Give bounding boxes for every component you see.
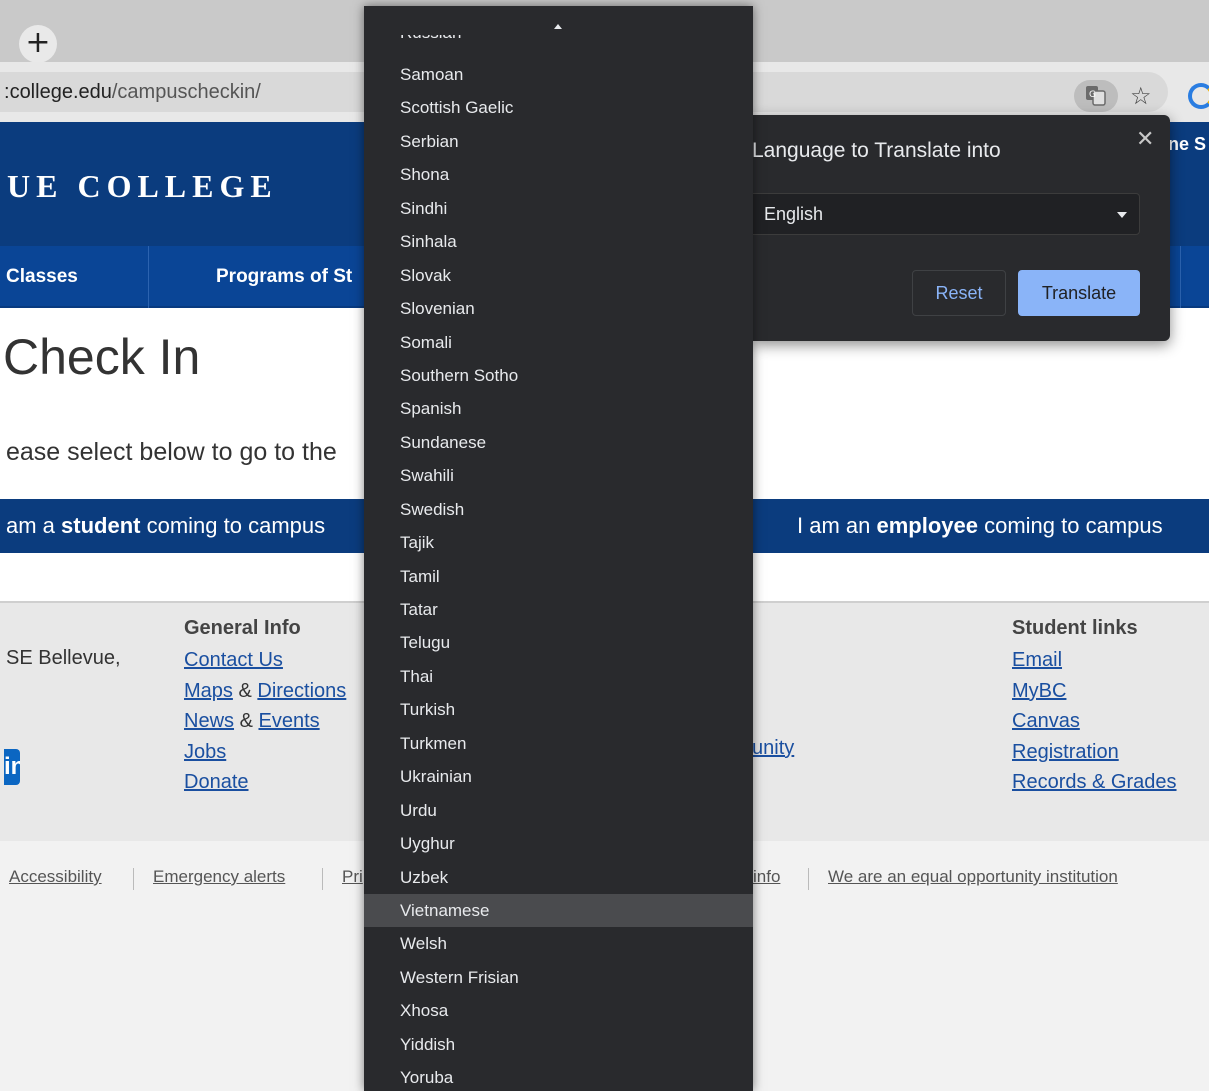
selected-language: English [764, 204, 824, 224]
language-options: Samoan Scottish Gaelic Serbian Shona Sindhi S… [364, 58, 753, 1091]
employee-cta-post: coming to campus [977, 513, 1163, 538]
language-option[interactable]: Spanish [364, 392, 753, 425]
translate-button[interactable]: Translate [1018, 270, 1140, 316]
language-option[interactable]: Uyghur [364, 827, 753, 860]
language-option[interactable]: Tamil [364, 560, 753, 593]
url-host: college.edu [9, 81, 112, 103]
privacy-link[interactable]: Pri [342, 867, 363, 887]
scroll-up-arrow-icon[interactable] [554, 24, 562, 29]
language-option[interactable]: Southern Sotho [364, 359, 753, 392]
language-option[interactable]: Swedish [364, 493, 753, 526]
url-text[interactable]: :college.edu/campuscheckin/ [4, 81, 261, 104]
instructions-text: ease select below to go to the [6, 438, 337, 466]
extension-icon[interactable] [1188, 83, 1209, 109]
header-utility-link[interactable]: ne S [1168, 134, 1206, 155]
email-link[interactable]: Email [1012, 649, 1062, 671]
language-option[interactable]: Welsh [364, 927, 753, 960]
records-grades-link[interactable]: Records & Grades [1012, 771, 1177, 793]
language-option[interactable]: Tatar [364, 593, 753, 626]
language-option[interactable]: Yiddish [364, 1028, 753, 1061]
student-cta-post: coming to campus [140, 513, 326, 538]
language-option[interactable]: Turkmen [364, 727, 753, 760]
divider [808, 868, 809, 890]
language-option[interactable]: Sindhi [364, 192, 753, 225]
language-option[interactable]: Xhosa [364, 994, 753, 1027]
target-language-select[interactable]: English [752, 193, 1140, 235]
url-path: /campuscheckin/ [111, 81, 261, 103]
reset-button[interactable]: Reset [912, 270, 1006, 316]
language-option[interactable]: Yoruba [364, 1061, 753, 1091]
events-link[interactable]: Events [258, 710, 319, 732]
divider [133, 868, 134, 890]
popup-title: Language to Translate into [752, 139, 1001, 162]
news-link[interactable]: News [184, 710, 234, 732]
language-option-label: Russian [400, 35, 461, 43]
opportunity-link[interactable]: unity [752, 737, 794, 760]
employee-cta-bold: employee [876, 513, 978, 538]
student-checkin-button[interactable]: am a student coming to campus [6, 513, 325, 539]
language-option[interactable]: Slovak [364, 259, 753, 292]
student-links-heading: Student links [1012, 617, 1138, 639]
college-logo-text[interactable]: UE COLLEGE [7, 168, 278, 205]
language-option[interactable]: Vietnamese [364, 893, 753, 928]
translate-icon[interactable]: G [1074, 80, 1118, 112]
svg-text:G: G [1089, 90, 1096, 100]
language-option[interactable]: Urdu [364, 794, 753, 827]
divider [322, 868, 323, 890]
language-option[interactable]: Sundanese [364, 426, 753, 459]
student-cta-pre: am a [6, 513, 62, 538]
language-option[interactable]: Samoan [364, 58, 753, 91]
new-tab-button[interactable]: + [19, 25, 57, 63]
language-option[interactable]: Western Frisian [364, 961, 753, 994]
language-option[interactable]: Scottish Gaelic [364, 91, 753, 124]
employee-cta-pre: I am an [797, 513, 877, 538]
donate-link[interactable]: Donate [184, 771, 249, 793]
maps-link[interactable]: Maps [184, 680, 233, 702]
jobs-link[interactable]: Jobs [184, 741, 226, 763]
emergency-alerts-link[interactable]: Emergency alerts [153, 867, 285, 887]
language-option[interactable]: Uzbek [364, 861, 753, 894]
language-option[interactable]: Thai [364, 660, 753, 693]
canvas-link[interactable]: Canvas [1012, 710, 1080, 732]
language-option[interactable]: Somali [364, 326, 753, 359]
general-info-heading: General Info [184, 617, 301, 639]
equal-opportunity-link[interactable]: We are an equal opportunity institution [828, 867, 1118, 887]
general-info-links: Contact Us Maps & Directions News & Even… [184, 645, 346, 798]
contact-us-link[interactable]: Contact Us [184, 649, 283, 671]
language-dropdown-list[interactable]: Russian SamoanScottish GaelicSerbianShon… [364, 6, 753, 1091]
nav-item-programs[interactable]: Programs of St [216, 266, 352, 288]
language-option[interactable]: Sinhala [364, 225, 753, 258]
mybc-link[interactable]: MyBC [1012, 680, 1066, 702]
student-links: Email MyBC Canvas Registration Records &… [1012, 645, 1177, 798]
ampersand: & [239, 710, 253, 733]
language-option[interactable]: Turkish [364, 693, 753, 726]
footer-address: SE Bellevue, [6, 647, 121, 669]
ampersand: & [238, 679, 252, 702]
info-link[interactable]: info [753, 867, 780, 887]
language-option[interactable]: Ukrainian [364, 760, 753, 793]
registration-link[interactable]: Registration [1012, 741, 1119, 763]
nav-item-classes[interactable]: Classes [6, 266, 78, 288]
close-icon[interactable]: ✕ [1136, 127, 1154, 152]
employee-checkin-button[interactable]: I am an employee coming to campus [797, 513, 1163, 539]
language-option[interactable]: Serbian [364, 125, 753, 158]
language-option[interactable]: Shona [364, 158, 753, 191]
directions-link[interactable]: Directions [257, 680, 346, 702]
language-option[interactable]: Slovenian [364, 292, 753, 325]
accessibility-link[interactable]: Accessibility [9, 867, 102, 887]
language-option-partial[interactable]: Russian [400, 35, 466, 45]
language-option[interactable]: Swahili [364, 459, 753, 492]
chevron-down-icon [1117, 212, 1127, 218]
language-option[interactable]: Telugu [364, 626, 753, 659]
nav-divider [148, 246, 149, 308]
student-cta-bold: student [61, 513, 141, 538]
nav-divider [1180, 246, 1181, 308]
translate-popup: Language to Translate into ✕ English Res… [752, 115, 1170, 341]
bookmark-star-icon[interactable]: ☆ [1130, 82, 1152, 110]
translate-glyph-icon: G [1086, 86, 1106, 106]
page-title: Check In [3, 329, 201, 385]
linkedin-icon[interactable]: in [4, 749, 20, 785]
language-option[interactable]: Tajik [364, 526, 753, 559]
